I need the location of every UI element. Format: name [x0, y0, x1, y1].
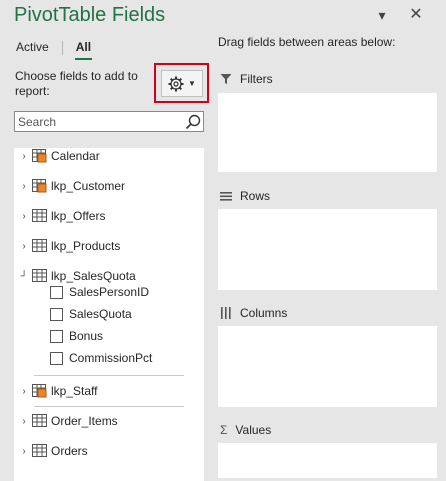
tools-dropdown-button[interactable]: ▼ [161, 70, 203, 97]
columns-label: Columns [240, 306, 288, 320]
pane-title: PivotTable Fields [14, 4, 166, 26]
group-divider [34, 375, 184, 376]
subfield-label: CommissionPct [69, 351, 153, 365]
chevron-right-icon[interactable]: › [17, 386, 31, 397]
table-icon [32, 269, 47, 282]
columns-drop-area[interactable] [218, 326, 437, 407]
field-item-order-items[interactable]: › Order_Items [14, 410, 118, 432]
subfield-label: SalesPersonID [69, 285, 150, 299]
field-label: lkp_Offers [51, 209, 106, 223]
tab-divider [61, 41, 63, 55]
chevron-right-icon[interactable]: › [17, 181, 31, 192]
filters-drop-area[interactable] [218, 93, 437, 172]
field-label: lkp_Staff [51, 384, 98, 398]
tab-all[interactable]: All [74, 40, 93, 60]
subfield-label: Bonus [69, 329, 104, 343]
field-label: Calendar [51, 149, 100, 163]
filter-icon [220, 74, 232, 84]
field-tabs: Active All [15, 40, 108, 60]
chevron-right-icon[interactable]: › [17, 416, 31, 427]
subfield-item-commissionpct[interactable]: CommissionPct [50, 347, 152, 369]
field-item-calendar[interactable]: › Calendar [14, 148, 100, 167]
rows-drop-area[interactable] [218, 209, 437, 290]
table-icon [32, 239, 47, 252]
subfield-item-salesquota[interactable]: SalesQuota [50, 303, 132, 325]
values-area-header: Σ Values [220, 423, 271, 437]
gear-icon [168, 76, 184, 91]
collapse-icon[interactable]: ┘ [17, 271, 31, 282]
tab-active[interactable]: Active [15, 40, 50, 60]
field-checkbox[interactable] [50, 329, 63, 343]
columns-area-header: Columns [220, 306, 287, 320]
chevron-right-icon[interactable]: › [17, 446, 31, 457]
field-label: lkp_Customer [51, 179, 126, 193]
choose-fields-label: Choose fields to add to report: [15, 69, 138, 98]
chevron-right-icon[interactable]: › [17, 211, 31, 222]
task-pane-options-icon[interactable]: ▾ [374, 6, 390, 24]
table-icon [32, 209, 47, 222]
rows-label: Rows [240, 189, 271, 203]
field-label: Order_Items [51, 414, 118, 428]
subfield-item-bonus[interactable]: Bonus [50, 325, 103, 347]
subfield-item-salespersonid[interactable]: SalesPersonID [50, 281, 149, 303]
field-checkbox[interactable] [50, 307, 63, 321]
filters-label: Filters [240, 72, 273, 86]
tools-highlight-box: ▼ [154, 63, 209, 103]
sigma-icon: Σ [220, 423, 228, 437]
table-icon [32, 414, 47, 427]
close-icon[interactable]: ✕ [408, 6, 424, 24]
subfield-label: SalesQuota [69, 307, 132, 321]
values-label: Values [235, 423, 272, 437]
columns-icon [221, 307, 231, 319]
field-list: › Calendar › lkp_Customer › lkp_Offers ›… [14, 148, 204, 481]
field-item-lkp-staff[interactable]: › lkp_Staff [14, 380, 97, 402]
field-checkbox[interactable] [50, 285, 63, 299]
values-drop-area[interactable] [218, 443, 437, 478]
rows-icon [220, 192, 232, 201]
linked-table-icon [32, 149, 47, 163]
field-label: Orders [51, 444, 88, 458]
field-item-orders[interactable]: › Orders [14, 440, 88, 462]
areas-instruction: Drag fields between areas below: [218, 35, 396, 49]
chevron-down-icon: ▼ [188, 79, 196, 88]
linked-table-icon [32, 384, 47, 398]
field-item-lkp-customer[interactable]: › lkp_Customer [14, 175, 125, 197]
field-item-lkp-products[interactable]: › lkp_Products [14, 235, 120, 257]
linked-table-icon [32, 179, 47, 193]
field-label: lkp_Products [51, 239, 121, 253]
table-icon [32, 444, 47, 457]
group-divider [34, 406, 184, 407]
field-item-lkp-offers[interactable]: › lkp_Offers [14, 205, 105, 227]
search-box [14, 111, 204, 132]
search-icon[interactable] [185, 114, 201, 130]
chevron-right-icon[interactable]: › [17, 241, 31, 252]
field-checkbox[interactable] [50, 351, 63, 365]
search-input[interactable] [15, 112, 180, 131]
filters-area-header: Filters [220, 72, 273, 86]
rows-area-header: Rows [220, 189, 270, 203]
chevron-right-icon[interactable]: › [17, 151, 31, 162]
